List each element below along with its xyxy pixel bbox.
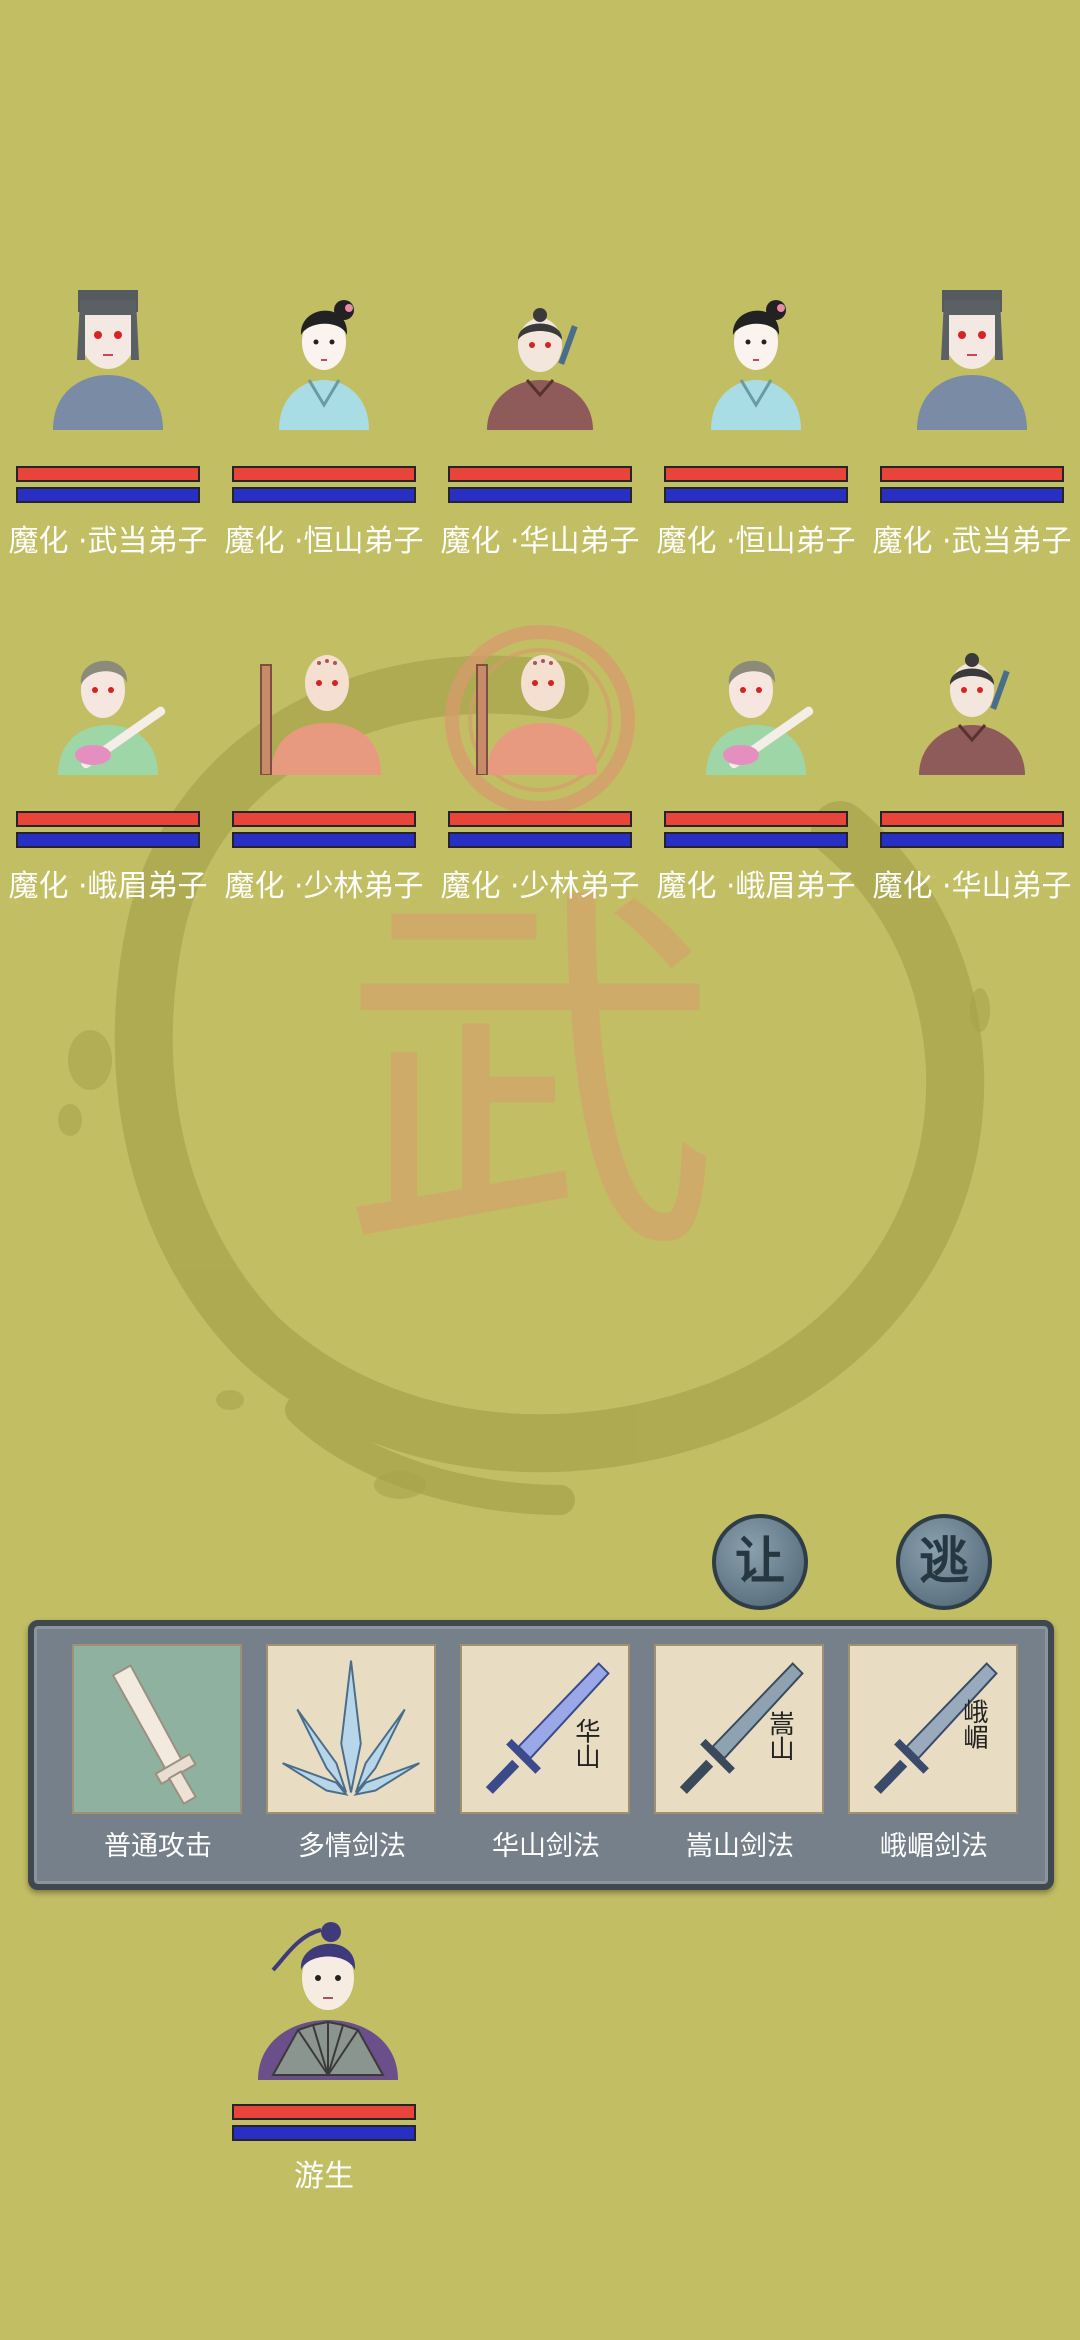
basic-sword-icon: [72, 1644, 242, 1814]
mp-bar: [232, 2125, 416, 2141]
flee-button[interactable]: 逃: [896, 1514, 992, 1610]
hp-bar: [16, 466, 200, 482]
skill-slot[interactable]: 嵩山 嵩山剑法: [654, 1644, 826, 1863]
huashan-sword-icon: 华山: [460, 1644, 630, 1814]
huashan-disciple-portrait: [487, 308, 593, 430]
enemy-name: 魔化 ·武当弟子: [8, 524, 208, 559]
hp-bar: [448, 811, 632, 827]
shaolin-disciple-portrait: [260, 655, 381, 775]
skill-label: 嵩山剑法: [686, 1831, 794, 1862]
enemy-name: 魔化 ·武当弟子: [872, 524, 1072, 559]
huashan-disciple-portrait: [919, 653, 1025, 775]
mp-bar: [16, 832, 200, 848]
hp-bar: [232, 466, 416, 482]
skill-label: 华山剑法: [492, 1831, 600, 1862]
player-name: 游生: [294, 2159, 354, 2194]
hp-bar: [232, 811, 416, 827]
skill-slot[interactable]: 峨嵋 峨嵋剑法: [848, 1644, 1020, 1863]
emei-disciple-portrait: [706, 660, 814, 775]
enemy-name: 魔化 ·华山弟子: [872, 869, 1072, 904]
enemy-name: 魔化 ·峨眉弟子: [8, 869, 208, 904]
hp-bar: [880, 811, 1064, 827]
enemy-name: 魔化 ·少林弟子: [224, 869, 424, 904]
mp-bar: [664, 487, 848, 503]
hp-bar: [664, 811, 848, 827]
hp-bar: [880, 466, 1064, 482]
enemy-name: 魔化 ·恒山弟子: [224, 524, 424, 559]
mp-bar: [16, 487, 200, 503]
skill-label: 峨嵋剑法: [880, 1831, 988, 1862]
skill-slot[interactable]: 普通攻击: [72, 1644, 244, 1863]
enemy-name: 魔化 ·峨眉弟子: [656, 869, 856, 904]
youth-with-fan-portrait: [257, 1922, 398, 2080]
mp-bar: [232, 832, 416, 848]
hp-bar: [232, 2104, 416, 2120]
hp-bar: [664, 466, 848, 482]
skill-glyph: 峨嵋: [960, 1699, 990, 1750]
mp-bar: [880, 832, 1064, 848]
enemy-name: 魔化 ·华山弟子: [440, 524, 640, 559]
emblem-glyph: 武: [340, 857, 720, 1300]
hp-bar: [448, 466, 632, 482]
mp-bar: [448, 832, 632, 848]
hengshan-disciple-portrait: [711, 300, 801, 430]
multi-blade-icon: [266, 1644, 436, 1814]
enemy-name: 魔化 ·少林弟子: [440, 869, 640, 904]
hp-bar: [16, 811, 200, 827]
mp-bar: [448, 487, 632, 503]
shaolin-disciple-portrait: [476, 655, 597, 775]
emei-sword-icon: 峨嵋: [848, 1644, 1018, 1814]
wudang-disciple-portrait: [53, 290, 163, 430]
skill-label: 多情剑法: [298, 1831, 406, 1862]
skill-slot[interactable]: 华山 华山剑法: [460, 1644, 632, 1863]
mp-bar: [664, 832, 848, 848]
enemy-name: 魔化 ·恒山弟子: [656, 524, 856, 559]
skill-label: 普通攻击: [104, 1831, 212, 1862]
emei-disciple-portrait: [58, 660, 166, 775]
skill-glyph: 嵩山: [766, 1710, 796, 1761]
skill-glyph: 华山: [572, 1718, 602, 1769]
skill-panel: 普通攻击 多情剑法 华山 华山剑法 嵩山 嵩山剑法 峨嵋 峨嵋剑法: [28, 1620, 1054, 1890]
player-card[interactable]: 游生: [232, 1910, 416, 2195]
skill-slot[interactable]: 多情剑法: [266, 1644, 438, 1863]
mp-bar: [880, 487, 1064, 503]
songshan-sword-icon: 嵩山: [654, 1644, 824, 1814]
mp-bar: [232, 487, 416, 503]
wudang-disciple-portrait: [917, 290, 1027, 430]
yield-button[interactable]: 让: [712, 1514, 808, 1610]
hengshan-disciple-portrait: [279, 300, 369, 430]
